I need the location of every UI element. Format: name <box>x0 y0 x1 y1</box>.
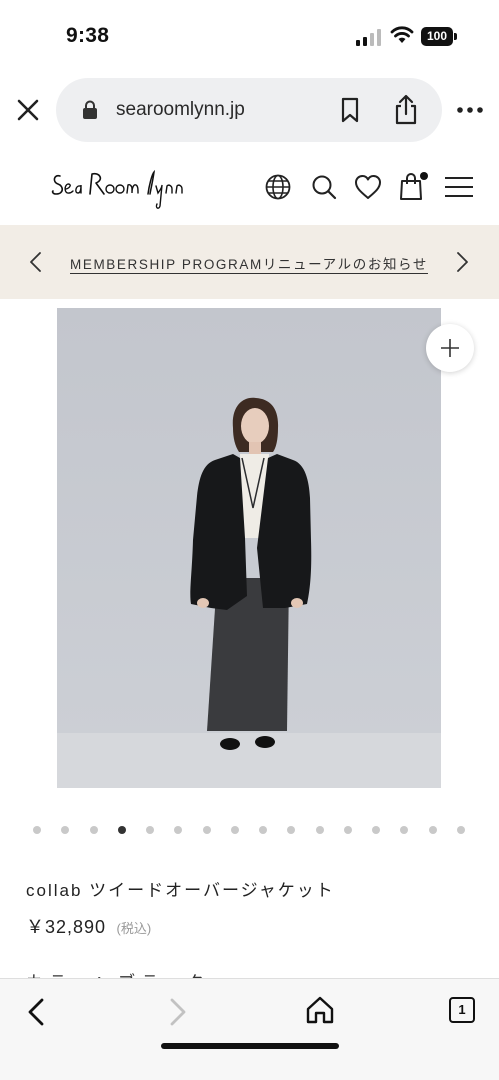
site-logo[interactable] <box>50 166 190 214</box>
bookmark-icon[interactable] <box>339 97 361 123</box>
carousel-dot[interactable] <box>456 826 465 834</box>
carousel-dot[interactable] <box>174 826 183 834</box>
product-price: ￥32,890 <box>26 917 107 937</box>
more-options-icon[interactable] <box>456 100 484 120</box>
carousel-dots <box>33 826 473 836</box>
tax-note: (税込) <box>116 921 152 936</box>
carousel-dot[interactable] <box>259 826 267 834</box>
globe-icon[interactable] <box>264 173 292 201</box>
back-arrow-icon[interactable] <box>24 997 48 1027</box>
carousel-dot[interactable] <box>287 826 296 834</box>
carousel-dot[interactable] <box>400 826 409 834</box>
share-icon[interactable] <box>392 94 420 126</box>
cellular-signal-icon <box>356 29 381 46</box>
product-image[interactable] <box>57 308 441 788</box>
carousel-dot[interactable] <box>230 826 239 834</box>
carousel-dot-active[interactable] <box>117 826 126 834</box>
status-bar: 9:38 100 <box>0 0 499 72</box>
browser-toolbar: 1 <box>0 978 499 1080</box>
battery-icon: 100 <box>421 27 457 46</box>
plus-icon <box>441 339 459 357</box>
heart-icon[interactable] <box>353 173 383 201</box>
carousel-dot[interactable] <box>61 826 70 834</box>
close-icon[interactable] <box>14 96 42 124</box>
carousel-dot[interactable] <box>202 826 211 834</box>
forward-arrow-icon[interactable] <box>166 997 190 1027</box>
tabs-button[interactable]: 1 <box>449 997 475 1023</box>
wifi-icon <box>390 26 414 43</box>
chevron-left-icon[interactable] <box>26 251 46 273</box>
carousel-dot[interactable] <box>315 826 324 834</box>
page: 9:38 100 searoomlynn.jp MEMBERSHIP PROGR… <box>0 0 499 1080</box>
search-icon[interactable] <box>310 173 338 201</box>
status-time: 9:38 <box>66 24 110 47</box>
home-indicator <box>161 1043 339 1049</box>
carousel-dot[interactable] <box>89 826 98 834</box>
carousel-dot[interactable] <box>428 826 437 834</box>
url-text: searoomlynn.jp <box>116 99 245 120</box>
announcement-link[interactable]: MEMBERSHIP PROGRAMリニューアルのお知らせ <box>70 253 428 273</box>
price-row: ￥32,890 (税込) <box>26 913 151 939</box>
carousel-dot[interactable] <box>372 826 380 834</box>
lock-icon <box>83 100 97 119</box>
zoom-button[interactable] <box>426 324 474 372</box>
cart-bag-icon[interactable] <box>397 170 429 202</box>
product-name: collab ツイードオーバージャケット <box>26 881 335 900</box>
home-icon[interactable] <box>305 995 335 1025</box>
carousel-dot[interactable] <box>33 826 41 834</box>
carousel-dot[interactable] <box>343 826 352 834</box>
hamburger-menu-icon[interactable] <box>444 176 474 198</box>
announcement-banner: MEMBERSHIP PROGRAMリニューアルのお知らせ <box>0 225 499 299</box>
address-bar[interactable]: searoomlynn.jp <box>56 78 442 142</box>
carousel-dot[interactable] <box>146 826 154 834</box>
battery-level: 100 <box>421 27 453 46</box>
chevron-right-icon[interactable] <box>452 251 472 273</box>
